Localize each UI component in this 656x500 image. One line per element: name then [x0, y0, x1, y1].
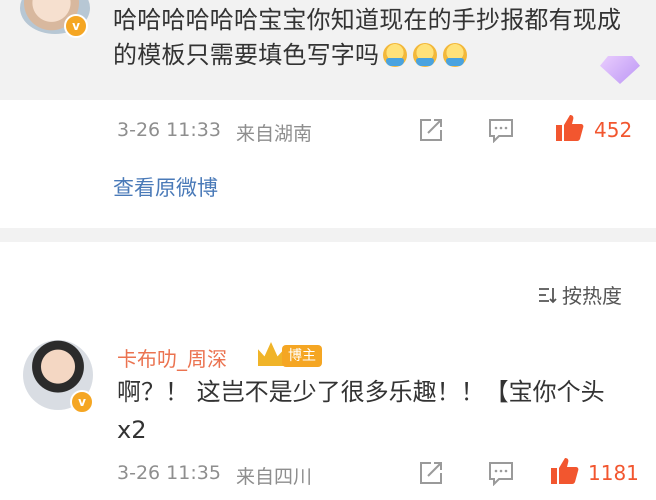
like-icon[interactable]: [548, 456, 580, 486]
comment-location: 来自四川: [236, 466, 313, 488]
share-icon[interactable]: [418, 460, 444, 486]
comment-date: 3-26 11:33: [117, 119, 221, 141]
comment-icon[interactable]: [487, 117, 515, 143]
emoji-icon: [413, 43, 438, 67]
share-icon[interactable]: [418, 117, 444, 143]
emoji-icon: [383, 43, 408, 67]
sort-icon: [539, 287, 557, 303]
verified-badge-icon: v: [70, 390, 94, 414]
author-tag: 博主: [282, 345, 322, 367]
sort-label: 按热度: [562, 284, 622, 308]
view-original-link[interactable]: 查看原微博: [113, 172, 218, 202]
reply-text: 啊？！ 这岂不是少了很多乐趣！！【宝你个头x2: [117, 378, 605, 444]
like-count: 1181: [588, 461, 639, 485]
quoted-comment-text: 哈哈哈哈哈哈宝宝你知道现在的手抄报都有现成的模板只需要填色写字吗: [113, 3, 633, 73]
like-icon[interactable]: [553, 113, 585, 143]
section-divider: [0, 228, 656, 242]
sort-button[interactable]: 按热度: [536, 280, 622, 309]
emoji-row: [383, 43, 468, 67]
crown-icon: [258, 342, 284, 366]
username-link[interactable]: 卡布叻_周深: [117, 343, 227, 372]
comment-location: 来自湖南: [236, 123, 313, 145]
comment-icon[interactable]: [487, 460, 515, 486]
quoted-comment-body: 哈哈哈哈哈哈宝宝你知道现在的手抄报都有现成的模板只需要填色写字吗: [113, 6, 622, 69]
verified-badge-icon: v: [64, 14, 88, 38]
like-count: 452: [594, 118, 633, 142]
comment-date: 3-26 11:35: [117, 462, 221, 484]
emoji-icon: [443, 43, 468, 67]
